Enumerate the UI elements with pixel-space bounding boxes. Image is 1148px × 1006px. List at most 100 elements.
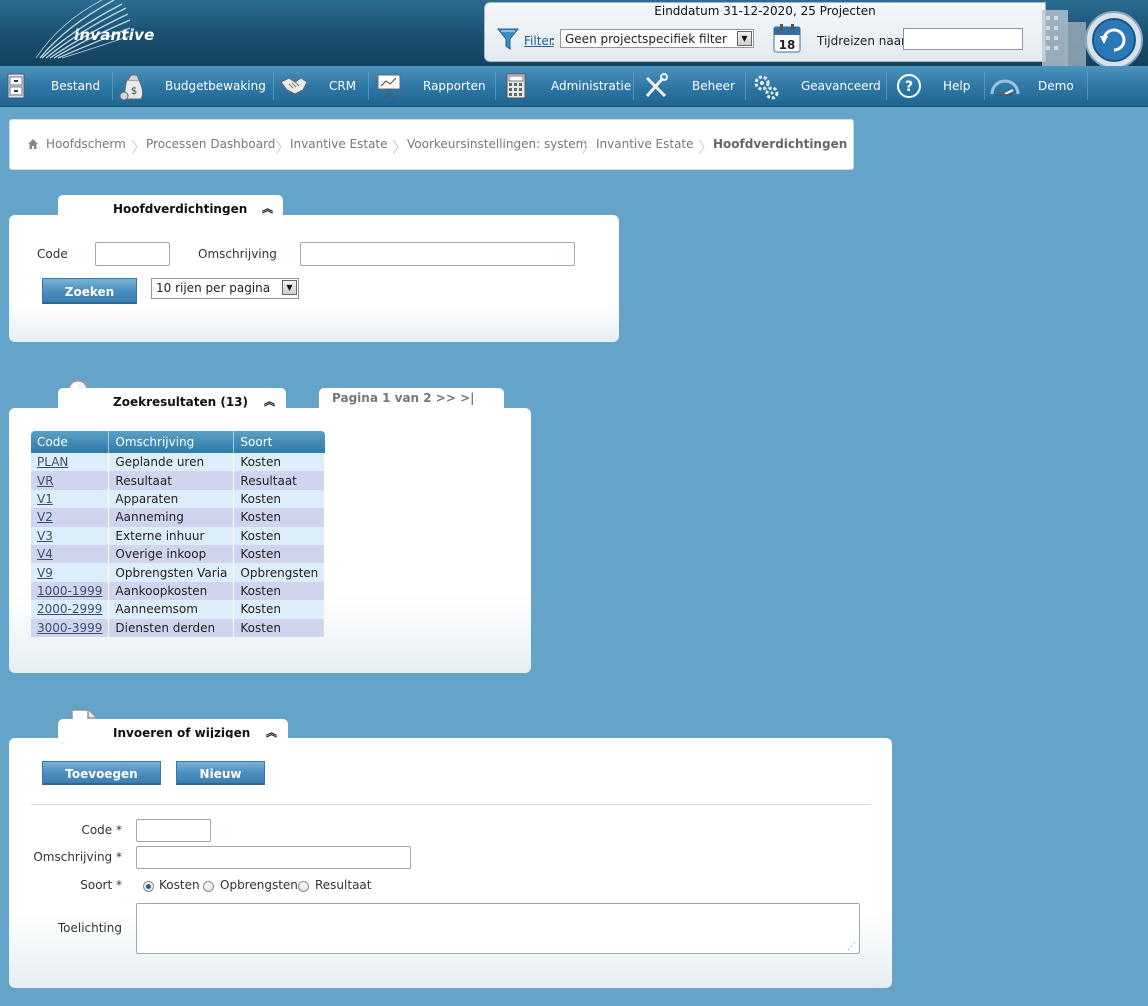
row-code-link[interactable]: V3 <box>37 529 53 543</box>
code-label: Code <box>37 247 68 261</box>
search-panel-title: Hoofdverdichtingen <box>113 202 248 216</box>
menu-budgetbewaking[interactable]: $ Budgetbewaking <box>113 66 273 106</box>
handshake-icon <box>280 77 308 95</box>
refresh-building-icon[interactable] <box>1034 0 1148 66</box>
table-row[interactable]: 3000-3999 Diensten derden Kosten <box>31 618 326 637</box>
menu-crm[interactable]: CRM <box>274 66 368 106</box>
row-soort: Kosten <box>233 453 326 472</box>
divider <box>31 804 871 805</box>
row-code-link[interactable]: V2 <box>37 510 53 524</box>
project-filter-select[interactable]: Geen projectspecifiek filter ▼ <box>560 29 754 48</box>
soort-radio-resultaat[interactable] <box>298 881 309 892</box>
table-row[interactable]: VR Resultaat Resultaat <box>31 471 326 490</box>
soort-option-label[interactable]: Kosten <box>159 878 200 892</box>
menu-label: Budgetbewaking <box>165 79 266 93</box>
menu-demo[interactable]: Demo <box>985 66 1087 106</box>
breadcrumb-item[interactable]: Processen Dashboard <box>146 137 275 151</box>
home-icon[interactable] <box>27 138 39 150</box>
breadcrumb-separator: 〉 <box>581 138 598 157</box>
collapse-icon[interactable]: ︽ <box>262 200 273 216</box>
row-soort: Kosten <box>233 544 326 564</box>
column-header-soort[interactable]: Soort <box>233 431 325 453</box>
resize-handle-icon[interactable]: ⋰ <box>847 942 856 952</box>
code-field[interactable] <box>136 819 211 842</box>
omschrijving-field[interactable] <box>136 846 411 869</box>
menu-rapporten[interactable]: Rapporten <box>369 66 495 106</box>
table-row[interactable]: 2000-2999 Aanneemsom Kosten <box>31 600 326 619</box>
table-row[interactable]: PLAN Geplande uren Kosten <box>31 453 326 472</box>
menu-beheer[interactable]: Beheer <box>634 66 745 106</box>
menu-geavanceerd[interactable]: Geavanceerd <box>746 66 886 106</box>
search-panel-tab: Hoofdverdichtingen ︽ <box>58 195 283 217</box>
collapse-icon[interactable]: ︽ <box>264 393 275 409</box>
calendar-icon[interactable]: 18 <box>773 23 801 53</box>
results-panel-title: Zoekresultaten (13) <box>113 395 249 409</box>
tijdreizen-label: Tijdreizen naar: <box>817 34 910 48</box>
chevron-down-icon[interactable]: ▼ <box>737 31 752 46</box>
calendar-day: 18 <box>779 38 796 52</box>
table-row[interactable]: V1 Apparaten Kosten <box>31 489 326 509</box>
results-table: Code Omschrijving Soort PLAN Geplande ur… <box>31 431 326 637</box>
soort-option-label[interactable]: Resultaat <box>315 878 372 892</box>
table-row[interactable]: V3 Externe inhuur Kosten <box>31 526 326 545</box>
row-code-link[interactable]: V1 <box>37 492 53 506</box>
soort-option-label[interactable]: Opbrengsten <box>220 878 298 892</box>
breadcrumb: Hoofdscherm 〉 Processen Dashboard 〉 Inva… <box>9 119 854 170</box>
results-panel-tab: Zoekresultaten (13) ︽ <box>58 388 286 410</box>
breadcrumb-item[interactable]: Voorkeursinstellingen: system <box>407 137 587 151</box>
gears-icon <box>754 75 779 100</box>
filter-link[interactable]: Filter <box>524 34 554 48</box>
tijdreizen-input[interactable] <box>903 28 1023 50</box>
filter-summary: Einddatum 31-12-2020, 25 Projecten <box>654 4 876 18</box>
row-soort: Kosten <box>233 581 326 601</box>
row-code-link[interactable]: V9 <box>37 566 53 580</box>
row-omschrijving: Aankoopkosten <box>108 581 235 601</box>
omschrijving-label: Omschrijving <box>198 247 277 261</box>
menu-help[interactable]: ? Help <box>887 66 984 106</box>
column-header-code[interactable]: Code <box>31 431 110 453</box>
pagination[interactable]: Pagina 1 van 2 >> >| <box>332 391 475 405</box>
breadcrumb-current: Hoofdverdichtingen <box>713 137 848 151</box>
menu-administratie[interactable]: Administratie <box>496 66 633 106</box>
breadcrumb-item[interactable]: Invantive Estate <box>290 137 388 151</box>
omschrijving-search-input[interactable] <box>300 242 575 266</box>
presentation-icon <box>377 74 401 99</box>
menu-bestand[interactable]: Bestand <box>0 66 112 106</box>
table-row[interactable]: V2 Aanneming Kosten <box>31 508 326 527</box>
row-code-link[interactable]: 3000-3999 <box>37 621 102 635</box>
row-omschrijving: Aanneemsom <box>108 600 235 619</box>
breadcrumb-separator: 〉 <box>392 138 409 157</box>
row-code-link[interactable]: V4 <box>37 547 53 561</box>
row-code-link[interactable]: VR <box>37 474 54 488</box>
code-search-input[interactable] <box>95 242 170 266</box>
row-code-link[interactable]: PLAN <box>37 455 68 469</box>
funnel-icon[interactable] <box>497 27 519 51</box>
soort-radio-opbrengsten[interactable] <box>203 881 214 892</box>
toelichting-textarea[interactable]: ⋰ <box>136 903 860 954</box>
omschrijving-label: Omschrijving * <box>33 850 122 864</box>
menu-label: Geavanceerd <box>801 79 881 93</box>
filter-colon: : <box>551 34 556 48</box>
soort-radio-kosten[interactable] <box>143 881 154 892</box>
row-soort: Kosten <box>233 526 326 545</box>
table-row[interactable]: 1000-1999 Aankoopkosten Kosten <box>31 581 326 601</box>
app-header: invantive Einddatum 31-12-2020, 25 Proje… <box>0 0 1148 66</box>
breadcrumb-item[interactable]: Invantive Estate <box>596 137 694 151</box>
logo-text: invantive <box>74 26 155 44</box>
column-header-omschrijving[interactable]: Omschrijving <box>108 431 235 453</box>
nieuw-button[interactable]: Nieuw <box>176 761 265 785</box>
chevron-down-icon[interactable]: ▼ <box>282 280 297 295</box>
menu-label: CRM <box>329 79 357 93</box>
toelichting-label: Toelichting <box>57 921 122 935</box>
zoeken-button[interactable]: Zoeken <box>42 278 137 304</box>
table-row[interactable]: V4 Overige inkoop Kosten <box>31 544 326 564</box>
row-soort: Resultaat <box>233 471 326 490</box>
row-code-link[interactable]: 1000-1999 <box>37 584 102 598</box>
toevoegen-button[interactable]: Toevoegen <box>42 761 161 785</box>
breadcrumb-separator: 〉 <box>275 138 292 157</box>
table-row[interactable]: V9 Opbrengsten Varia Opbrengsten <box>31 563 326 582</box>
row-code-link[interactable]: 2000-2999 <box>37 602 102 616</box>
rows-per-page-select[interactable]: 10 rijen per pagina ▼ <box>151 278 299 299</box>
search-panel: Code Omschrijving Zoeken 10 rijen per pa… <box>9 215 619 342</box>
breadcrumb-item[interactable]: Hoofdscherm <box>46 137 126 151</box>
